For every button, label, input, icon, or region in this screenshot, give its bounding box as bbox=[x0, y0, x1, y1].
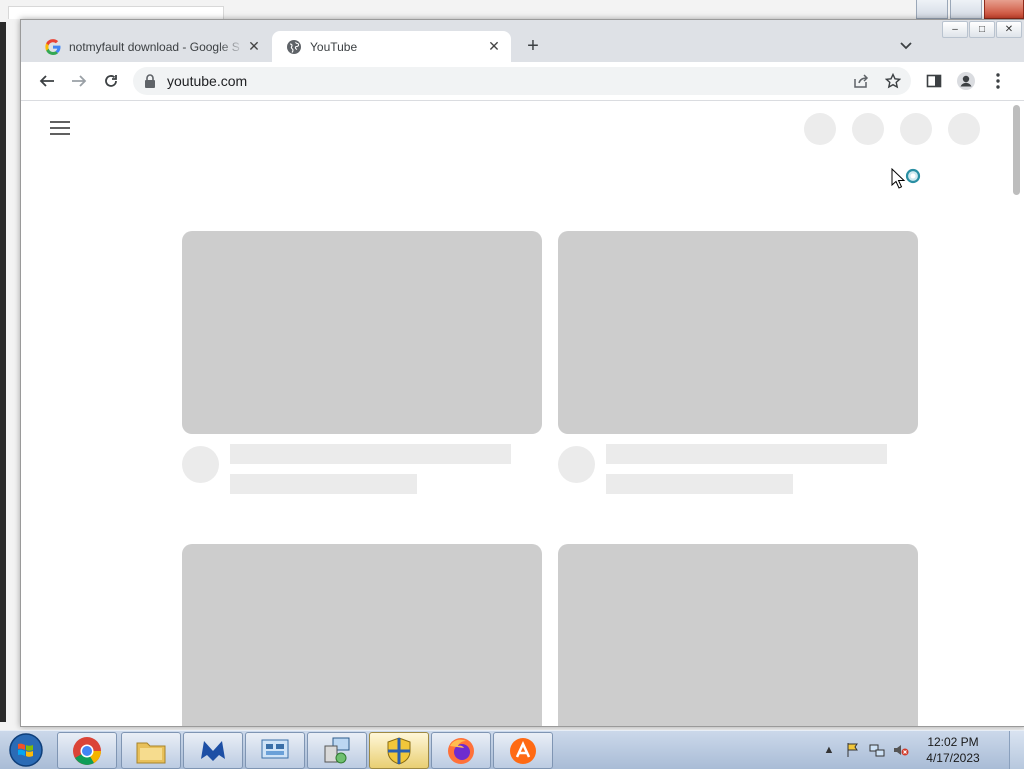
system-tray: ▲ 12:02 PM 4/17/2023 bbox=[814, 731, 1010, 769]
tab-title: notmyfault download - Google S bbox=[69, 39, 240, 54]
network-setup-icon bbox=[324, 737, 350, 763]
menu-kebab-icon[interactable] bbox=[988, 71, 1008, 91]
close-tab-icon[interactable]: ✕ bbox=[245, 38, 263, 56]
network-setup-taskbar-button[interactable] bbox=[307, 732, 367, 769]
avast-taskbar-button[interactable] bbox=[493, 732, 553, 769]
clock-date: 4/17/2023 bbox=[926, 751, 980, 765]
scrollbar-thumb[interactable] bbox=[1013, 105, 1020, 195]
tab-title: YouTube bbox=[310, 39, 358, 54]
meta-placeholder bbox=[230, 474, 417, 494]
background-window-controls bbox=[914, 0, 1024, 20]
side-panel-icon[interactable] bbox=[924, 71, 944, 91]
lock-icon bbox=[145, 74, 155, 88]
windows-security-icon bbox=[387, 736, 411, 765]
video-card-skeleton bbox=[558, 231, 918, 494]
show-hidden-icons-icon[interactable]: ▲ bbox=[820, 741, 838, 759]
background-maximize-button[interactable] bbox=[950, 0, 982, 19]
youtube-page bbox=[21, 101, 1024, 726]
background-window-edge bbox=[0, 22, 6, 722]
system-clock[interactable]: 12:02 PM 4/17/2023 bbox=[918, 734, 988, 766]
vertical-scrollbar[interactable] bbox=[1009, 101, 1024, 726]
back-button[interactable] bbox=[35, 69, 59, 93]
globe-icon bbox=[287, 39, 301, 54]
chrome-taskbar-button[interactable] bbox=[57, 732, 117, 769]
chrome-window: – □ ✕ notmyfault download - Google S ✕ Y… bbox=[20, 19, 1024, 727]
taskbar: ▲ 12:02 PM 4/17/2023 bbox=[0, 730, 1024, 769]
google-g-icon bbox=[45, 38, 61, 55]
hamburger-menu-icon[interactable] bbox=[50, 121, 70, 135]
video-card-skeleton bbox=[182, 544, 542, 726]
show-desktop-button[interactable] bbox=[1009, 731, 1024, 769]
thumbnail-placeholder bbox=[558, 231, 918, 434]
avast-icon bbox=[510, 737, 536, 764]
browser-toolbar: youtube.com bbox=[21, 62, 1024, 101]
placeholder-circle bbox=[852, 113, 884, 145]
video-card-skeleton bbox=[182, 231, 542, 494]
network-icon[interactable] bbox=[868, 741, 886, 759]
remote-desktop-taskbar-button[interactable] bbox=[245, 732, 305, 769]
placeholder-circle bbox=[804, 113, 836, 145]
forward-arrow-icon bbox=[72, 75, 87, 87]
chrome-icon bbox=[73, 736, 101, 765]
profile-avatar-icon[interactable] bbox=[956, 71, 976, 91]
tab-strip: notmyfault download - Google S ✕ YouTube… bbox=[21, 28, 1024, 62]
busy-cursor-icon bbox=[891, 168, 921, 189]
background-close-button[interactable] bbox=[984, 0, 1024, 19]
reload-button[interactable] bbox=[99, 69, 123, 93]
malwarebytes-icon bbox=[201, 740, 225, 761]
clock-time: 12:02 PM bbox=[927, 735, 979, 749]
forward-button[interactable] bbox=[67, 69, 91, 93]
close-tab-icon[interactable]: ✕ bbox=[485, 38, 503, 56]
windows-security-taskbar-button[interactable] bbox=[369, 732, 429, 769]
placeholder-circle bbox=[948, 113, 980, 145]
thumbnail-placeholder bbox=[182, 231, 542, 434]
header-placeholder-icons bbox=[804, 113, 980, 145]
firefox-icon bbox=[448, 737, 474, 764]
remote-desktop-icon bbox=[261, 739, 289, 758]
placeholder-circle bbox=[900, 113, 932, 145]
firefox-taskbar-button[interactable] bbox=[431, 732, 491, 769]
avatar-placeholder bbox=[558, 446, 595, 483]
action-center-flag-icon[interactable] bbox=[844, 741, 862, 759]
tab-search-chevron-icon[interactable] bbox=[896, 36, 916, 56]
volume-muted-icon[interactable] bbox=[892, 741, 910, 759]
meta-placeholder bbox=[606, 474, 793, 494]
thumbnail-placeholder bbox=[558, 544, 918, 726]
avatar-placeholder bbox=[182, 446, 219, 483]
background-minimize-button[interactable] bbox=[916, 0, 948, 19]
new-tab-button[interactable]: + bbox=[521, 34, 545, 58]
address-url: youtube.com bbox=[167, 73, 248, 89]
explorer-taskbar-button[interactable] bbox=[121, 732, 181, 769]
address-bar[interactable]: youtube.com bbox=[133, 67, 911, 95]
tab-notmyfault[interactable]: notmyfault download - Google S ✕ bbox=[31, 31, 271, 62]
back-arrow-icon bbox=[39, 75, 54, 87]
bookmark-star-icon[interactable] bbox=[884, 72, 902, 90]
title-placeholder bbox=[230, 444, 511, 464]
title-placeholder bbox=[606, 444, 887, 464]
background-window-titlebar bbox=[8, 6, 224, 19]
share-icon[interactable] bbox=[852, 72, 870, 90]
thumbnail-placeholder bbox=[182, 544, 542, 726]
video-card-skeleton bbox=[558, 544, 918, 726]
malwarebytes-taskbar-button[interactable] bbox=[183, 732, 243, 769]
file-explorer-icon bbox=[136, 742, 166, 763]
reload-icon bbox=[105, 75, 117, 87]
tab-youtube[interactable]: YouTube ✕ bbox=[272, 31, 511, 62]
windows-start-icon[interactable] bbox=[4, 732, 48, 768]
